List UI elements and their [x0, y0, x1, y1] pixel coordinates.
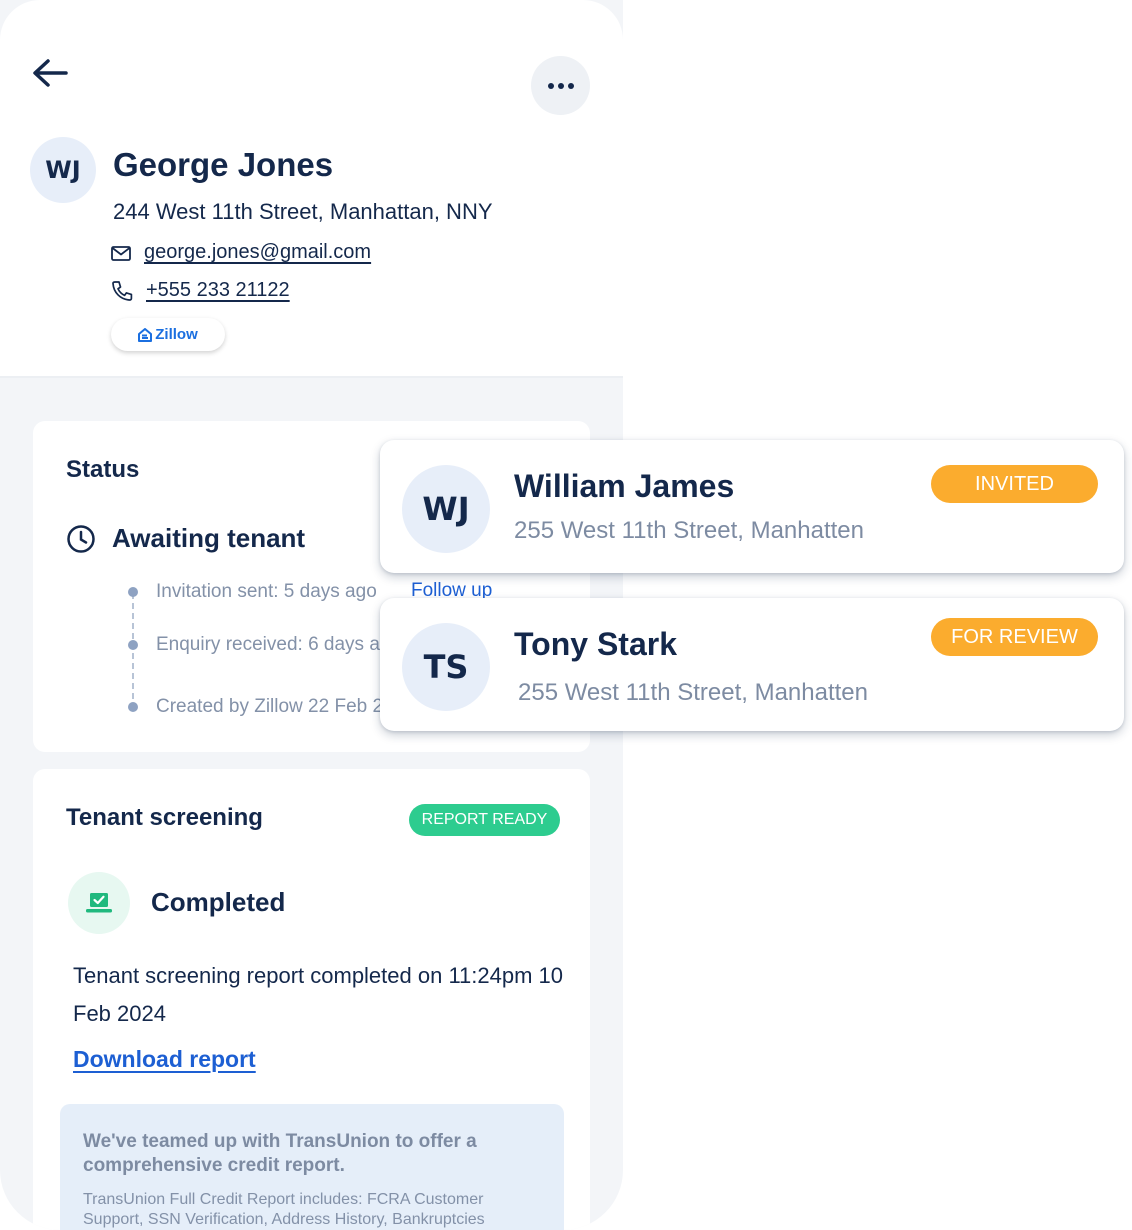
timeline-item: Invitation sent: 5 days ago [128, 581, 377, 603]
phone-row: +555 233 21122 [110, 279, 290, 302]
status-state: Awaiting tenant [66, 523, 305, 554]
tenant-card-tony-stark[interactable]: TS Tony Stark 255 West 11th Street, Manh… [380, 598, 1124, 731]
status-badge: FOR REVIEW [931, 618, 1098, 656]
timeline-text: Enquiry received: 6 days a [156, 634, 380, 655]
contact-name: George Jones [113, 146, 334, 183]
status-badge: INVITED [931, 465, 1098, 503]
contact-header: WJ George Jones 244 West 11th Street, Ma… [0, 0, 623, 378]
zillow-source-chip[interactable]: Zillow [111, 318, 225, 351]
avatar: WJ [30, 137, 96, 203]
tenant-screening-card: Tenant screening REPORT READY Completed … [33, 769, 590, 1230]
report-description: Tenant screening report completed on 11:… [73, 963, 564, 1026]
tenant-name: Tony Stark [514, 626, 677, 662]
timeline-dot [128, 702, 138, 712]
laptop-check-icon [86, 893, 112, 913]
zillow-logo-icon [138, 327, 153, 342]
arrow-left-icon [33, 59, 68, 87]
status-title: Status [66, 456, 140, 483]
transunion-promo: We've teamed up with TransUnion to offer… [60, 1104, 564, 1230]
more-horizontal-icon [547, 82, 554, 89]
contact-address: 244 West 11th Street, Manhattan, NNY [113, 199, 493, 224]
email-link[interactable]: george.jones@gmail.com [144, 241, 371, 264]
completed-label: Completed [151, 887, 286, 917]
screening-title: Tenant screening [66, 804, 263, 831]
zillow-label: Zillow [155, 326, 198, 343]
tenant-card-william-james[interactable]: WJ William James 255 West 11th Street, M… [380, 440, 1124, 573]
avatar: WJ [402, 465, 490, 553]
timeline-dot [128, 640, 138, 650]
status-state-label: Awaiting tenant [112, 523, 306, 553]
avatar: TS [402, 623, 490, 711]
email-row: george.jones@gmail.com [110, 241, 371, 264]
timeline-text: Created by Zillow 22 Feb 2 [156, 696, 384, 717]
timeline-text: Invitation sent: 5 days ago [156, 581, 377, 602]
tenant-address: 255 West 11th Street, Manhatten [518, 679, 868, 706]
mail-icon [111, 245, 131, 261]
promo-body: TransUnion Full Credit Report includes: … [83, 1191, 485, 1228]
back-button[interactable] [28, 52, 74, 92]
timeline-item: Enquiry received: 6 days a [128, 634, 380, 656]
promo-title: We've teamed up with TransUnion to offer… [83, 1131, 477, 1176]
phone-icon [112, 280, 133, 301]
timeline-item: Created by Zillow 22 Feb 2 [128, 696, 383, 718]
completed-icon-wrap [68, 872, 130, 934]
timeline-dot [128, 587, 138, 597]
clock-icon [67, 524, 95, 553]
report-ready-badge: REPORT READY [409, 804, 560, 836]
tenant-address: 255 West 11th Street, Manhatten [514, 517, 864, 544]
phone-link[interactable]: +555 233 21122 [146, 279, 290, 302]
tenant-name: William James [514, 468, 735, 504]
download-report-link[interactable]: Download report [73, 1046, 256, 1073]
more-options-button[interactable] [531, 56, 590, 115]
